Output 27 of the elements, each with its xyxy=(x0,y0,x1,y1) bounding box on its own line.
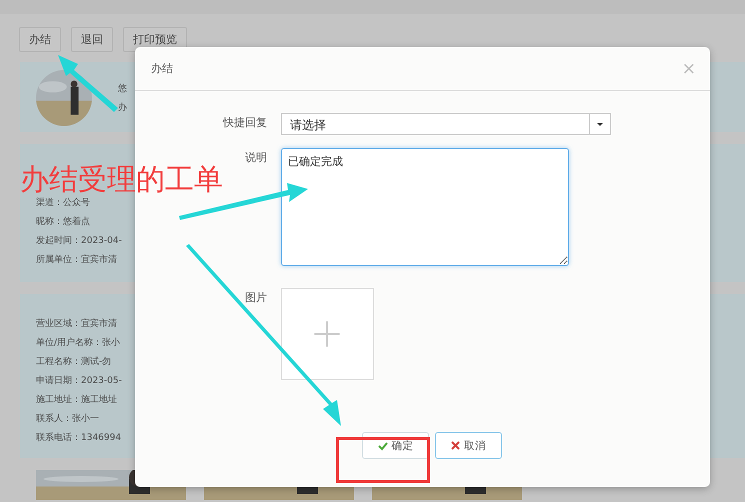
field-label: 说明 xyxy=(245,150,267,166)
check-icon xyxy=(378,440,388,450)
card-text: 联系人：张小一 xyxy=(36,412,100,426)
quick-reply-select[interactable]: 请选择 xyxy=(281,113,611,135)
toolbar-button[interactable]: 办结 xyxy=(19,27,61,52)
annotation-text: 办结受理的工单 xyxy=(20,161,223,198)
field-label: 快捷回复 xyxy=(223,115,267,131)
card-text: 申请日期：2023-05- xyxy=(36,374,122,388)
card-text: 所属单位：宜宾市清 xyxy=(36,254,118,267)
toolbar-button[interactable]: 退回 xyxy=(71,27,113,52)
card-text: 昵称：悠着点 xyxy=(36,216,91,229)
card-text: 联系电话：1346994 xyxy=(36,432,122,445)
card-text: 悠 xyxy=(118,82,127,96)
card-text: 单位/用户名称：张小 xyxy=(36,336,122,350)
cross-icon xyxy=(451,441,460,450)
card-text: 施工地址：施工地址 xyxy=(36,394,118,407)
card-text: 办 xyxy=(118,102,127,115)
add-image-icon[interactable] xyxy=(281,288,374,380)
cancel-button[interactable]: 取消 xyxy=(435,432,502,459)
card-text: 工程名称：测试-勿 xyxy=(36,356,112,369)
annotation-arrow xyxy=(58,55,118,112)
card-text: 发起时间：2023-04- xyxy=(36,234,122,248)
field-label: 图片 xyxy=(245,290,267,306)
card-text: 渠道：公众号 xyxy=(36,196,91,210)
dialog-title: 办结 xyxy=(151,61,173,76)
card-text: 营业区域：宜宾市清 xyxy=(36,318,118,331)
note-field[interactable]: 已确定完成 xyxy=(281,148,569,266)
